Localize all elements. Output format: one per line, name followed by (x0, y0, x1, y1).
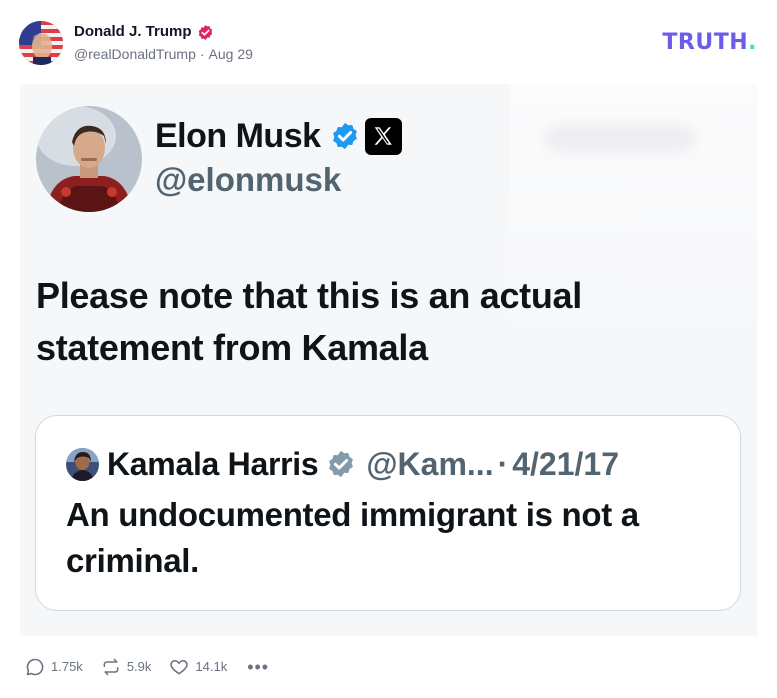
quoted-author-handle: @Kam... (366, 446, 494, 482)
tweet-author-name: Elon Musk (155, 117, 321, 155)
tweet-author-handle: @elonmusk (155, 161, 342, 198)
more-options-icon[interactable]: ••• (247, 658, 269, 676)
kamala-avatar (66, 447, 99, 481)
logo-text: TRUTH (662, 30, 749, 55)
post-image[interactable]: Elon Musk @elonmusk Please note that thi… (20, 84, 757, 636)
retruth-button[interactable]: 5.9k (101, 657, 152, 677)
quoted-tweet-text: An undocumented immigrant is not a crimi… (66, 496, 639, 579)
logo-dot: . (748, 30, 757, 55)
trump-flag-avatar-icon (19, 21, 63, 65)
tweet-text: Please note that this is an actual state… (36, 275, 582, 368)
truth-social-logo[interactable]: TRUTH. (662, 30, 757, 56)
x-logo-icon (364, 117, 402, 155)
quoted-date: 4/21/17 (512, 446, 619, 482)
post-header: Donald J. Trump @realDonaldTrump · Aug 29 (19, 20, 253, 66)
verified-badge-icon (329, 450, 354, 478)
quoted-tweet-card: Kamala Harris @Kam... · 4/21/17 An undoc… (35, 415, 741, 611)
like-count: 14.1k (195, 659, 228, 674)
reply-button[interactable]: 1.75k (25, 657, 83, 677)
like-button[interactable]: 14.1k (169, 657, 227, 677)
retruth-count: 5.9k (126, 659, 152, 674)
musk-avatar (36, 106, 142, 212)
kamala-portrait-icon (66, 447, 99, 481)
heart-icon (170, 659, 189, 675)
author-handle[interactable]: @realDonaldTrump (74, 46, 196, 62)
verified-badge-icon (332, 122, 357, 150)
retruth-icon (103, 658, 119, 676)
reply-count: 1.75k (51, 659, 83, 674)
musk-portrait-icon (36, 106, 142, 212)
meta-separator: · (199, 46, 205, 62)
blurred-region (545, 124, 695, 152)
author-avatar[interactable] (19, 21, 63, 65)
quoted-author-name: Kamala Harris (107, 446, 319, 482)
reply-icon (26, 658, 44, 676)
author-name[interactable]: Donald J. Trump (74, 23, 192, 41)
quoted-separator: · (497, 446, 509, 482)
post-date[interactable]: Aug 29 (209, 46, 253, 62)
post-actions: 1.75k 5.9k 14.1k ••• (25, 655, 269, 679)
verified-badge-icon (198, 24, 212, 40)
